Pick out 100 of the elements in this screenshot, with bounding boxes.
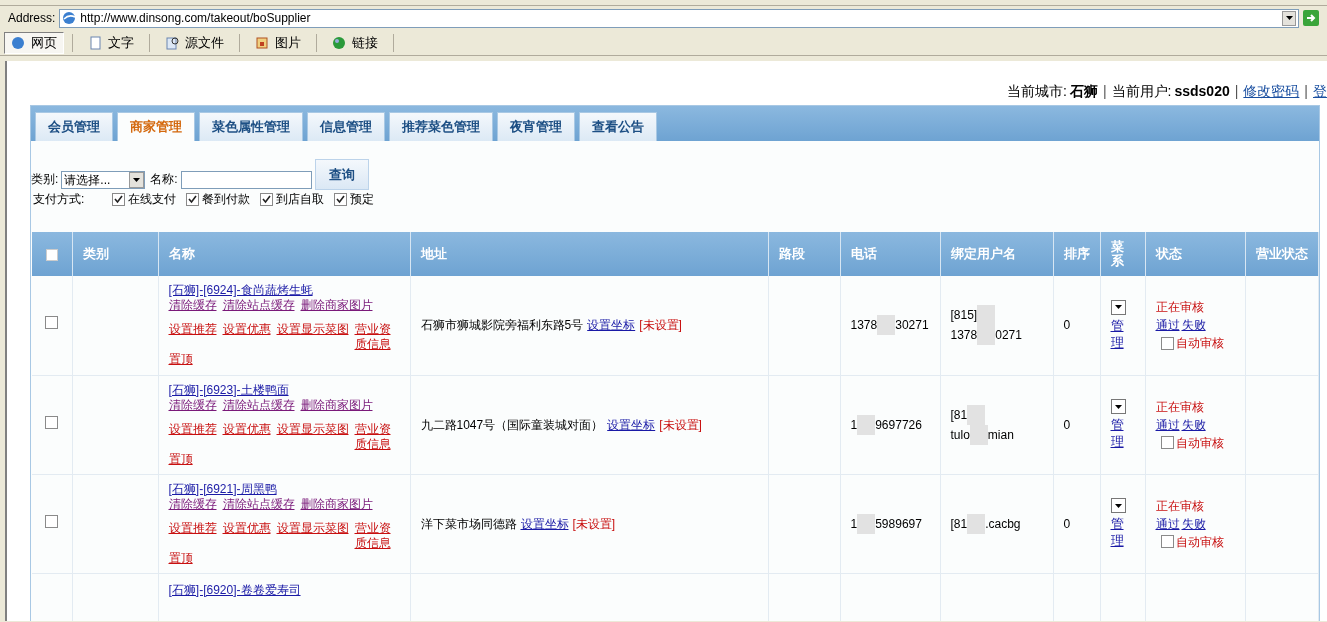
- action-link[interactable]: 设置推荐: [168, 520, 217, 536]
- action-link[interactable]: 设置显示菜图: [276, 322, 349, 338]
- caret-icon: [1114, 305, 1122, 310]
- column-header: 排序: [1053, 232, 1100, 276]
- checkbox-label: 餐到付款: [202, 191, 250, 208]
- reject-link[interactable]: 失败: [1181, 415, 1206, 434]
- action-link[interactable]: 设置显示菜图: [276, 520, 349, 536]
- nav-tab[interactable]: 推荐菜色管理: [389, 112, 493, 141]
- checkbox[interactable]: [45, 316, 59, 330]
- column-header: 地址: [410, 232, 768, 276]
- cache-link[interactable]: 清除站点缓存: [222, 298, 295, 314]
- coordinates-status: [未设置]: [639, 317, 682, 335]
- field-label: 支付方式:: [32, 191, 86, 208]
- cache-link[interactable]: 清除缓存: [168, 397, 217, 413]
- address-field[interactable]: http://www.dinsong.com/takeout/boSupplier: [59, 8, 1299, 28]
- field-label: 类别:: [31, 171, 59, 188]
- checkbox[interactable]: [260, 192, 273, 206]
- set-coordinates-link[interactable]: 设置坐标: [587, 316, 636, 335]
- cache-link[interactable]: 删除商家图片: [300, 298, 373, 314]
- merchant-name-link[interactable]: [石狮]-[6924]-食尚蔬烤生蚝: [168, 283, 313, 298]
- action-link[interactable]: 设置显示菜图: [276, 421, 349, 437]
- set-coordinates-link[interactable]: 设置坐标: [607, 415, 656, 434]
- view-tab[interactable]: 源文件: [158, 31, 231, 54]
- cache-link[interactable]: 清除缓存: [168, 298, 217, 314]
- checkbox[interactable]: [334, 192, 347, 206]
- text-fragment: [815]: [950, 307, 978, 325]
- action-link[interactable]: 营业资质信息: [354, 520, 392, 551]
- redaction-block: [877, 315, 896, 336]
- checkbox[interactable]: [1160, 535, 1174, 548]
- checkbox[interactable]: [1160, 336, 1174, 350]
- separator: |: [1233, 81, 1240, 101]
- checkbox-label: 在线支付: [128, 191, 176, 208]
- approve-link[interactable]: 通过: [1155, 316, 1180, 335]
- cache-link[interactable]: 删除商家图片: [300, 397, 373, 413]
- action-link[interactable]: 置顶: [168, 451, 193, 467]
- nav-tab[interactable]: 会员管理: [35, 112, 113, 141]
- action-link[interactable]: 营业资质信息: [354, 421, 392, 452]
- action-link[interactable]: 设置优惠: [222, 520, 271, 536]
- text-fragment: 1378: [950, 327, 978, 345]
- dropdown-button[interactable]: [1110, 498, 1126, 513]
- header-link[interactable]: 登: [1313, 80, 1327, 102]
- text-fragment: [81: [950, 515, 968, 533]
- checkbox-label: 自动审核: [1175, 434, 1224, 452]
- view-tab[interactable]: 链接: [325, 31, 385, 54]
- cache-link[interactable]: 清除站点缓存: [222, 397, 295, 413]
- nav-tab[interactable]: 商家管理: [117, 112, 195, 141]
- action-link[interactable]: 置顶: [168, 352, 193, 368]
- name-input[interactable]: [180, 171, 312, 189]
- nav-tab[interactable]: 查看公告: [579, 112, 657, 141]
- text-fragment: 0271: [995, 327, 1022, 345]
- checkbox[interactable]: [186, 192, 199, 206]
- view-tab[interactable]: 文字: [81, 31, 141, 54]
- separator: |: [1101, 81, 1108, 101]
- dropdown-button[interactable]: [1110, 399, 1126, 414]
- nav-tab[interactable]: 夜宵管理: [497, 112, 575, 141]
- text-fragment: mian: [987, 426, 1014, 444]
- action-link[interactable]: 置顶: [168, 550, 193, 566]
- manage-link[interactable]: 管理: [1110, 515, 1125, 549]
- view-tab[interactable]: 图片: [248, 31, 308, 54]
- action-link[interactable]: 设置优惠: [222, 322, 271, 338]
- nav-tab[interactable]: 菜色属性管理: [199, 112, 303, 141]
- caret-icon: [1114, 404, 1122, 409]
- view-tab[interactable]: 网页: [4, 31, 64, 54]
- action-link[interactable]: 营业资质信息: [354, 322, 392, 353]
- approve-link[interactable]: 通过: [1155, 415, 1180, 434]
- select-all-checkbox[interactable]: [45, 248, 58, 261]
- set-coordinates-link[interactable]: 设置坐标: [520, 514, 569, 533]
- redaction-block: [967, 513, 986, 534]
- checkbox[interactable]: [45, 415, 59, 429]
- action-link[interactable]: 设置推荐: [168, 322, 217, 338]
- cache-link[interactable]: 清除站点缓存: [222, 496, 295, 512]
- cache-link[interactable]: 清除缓存: [168, 496, 217, 512]
- text-fragment: 1378: [850, 317, 878, 335]
- reject-link[interactable]: 失败: [1181, 316, 1206, 335]
- merchant-name-link[interactable]: [石狮]-[6923]-土楼鸭面: [168, 382, 289, 397]
- action-link[interactable]: 设置推荐: [168, 421, 217, 437]
- column-header: 路段: [768, 232, 840, 276]
- header-link[interactable]: 修改密码: [1243, 80, 1300, 102]
- reject-link[interactable]: 失败: [1181, 514, 1206, 533]
- sort-value: 0: [1063, 417, 1071, 432]
- column-header: 类别: [72, 232, 158, 276]
- sort-value: 0: [1063, 516, 1071, 531]
- nav-tab[interactable]: 信息管理: [307, 112, 385, 141]
- category-select[interactable]: 请选择...: [61, 171, 146, 189]
- checkbox[interactable]: [1160, 436, 1174, 449]
- query-button[interactable]: 查询: [314, 159, 369, 190]
- cache-link[interactable]: 删除商家图片: [300, 496, 373, 512]
- coordinates-status: [未设置]: [572, 515, 616, 533]
- manage-link[interactable]: 管理: [1110, 416, 1125, 450]
- action-link[interactable]: 设置优惠: [222, 421, 271, 437]
- caret-icon: [1114, 503, 1122, 508]
- dropdown-button[interactable]: [1110, 299, 1126, 315]
- approve-link[interactable]: 通过: [1155, 514, 1180, 533]
- checkbox[interactable]: [45, 514, 59, 528]
- manage-link[interactable]: 管理: [1110, 316, 1125, 351]
- merchant-name-link[interactable]: [石狮]-[6921]-周黑鸭: [168, 481, 277, 496]
- checkbox[interactable]: [112, 192, 125, 206]
- header-value: 石狮: [1069, 81, 1098, 101]
- column-header: 名称: [158, 232, 410, 276]
- merchant-name-link[interactable]: [石狮]-[6920]-卷卷爱寿司: [168, 582, 301, 597]
